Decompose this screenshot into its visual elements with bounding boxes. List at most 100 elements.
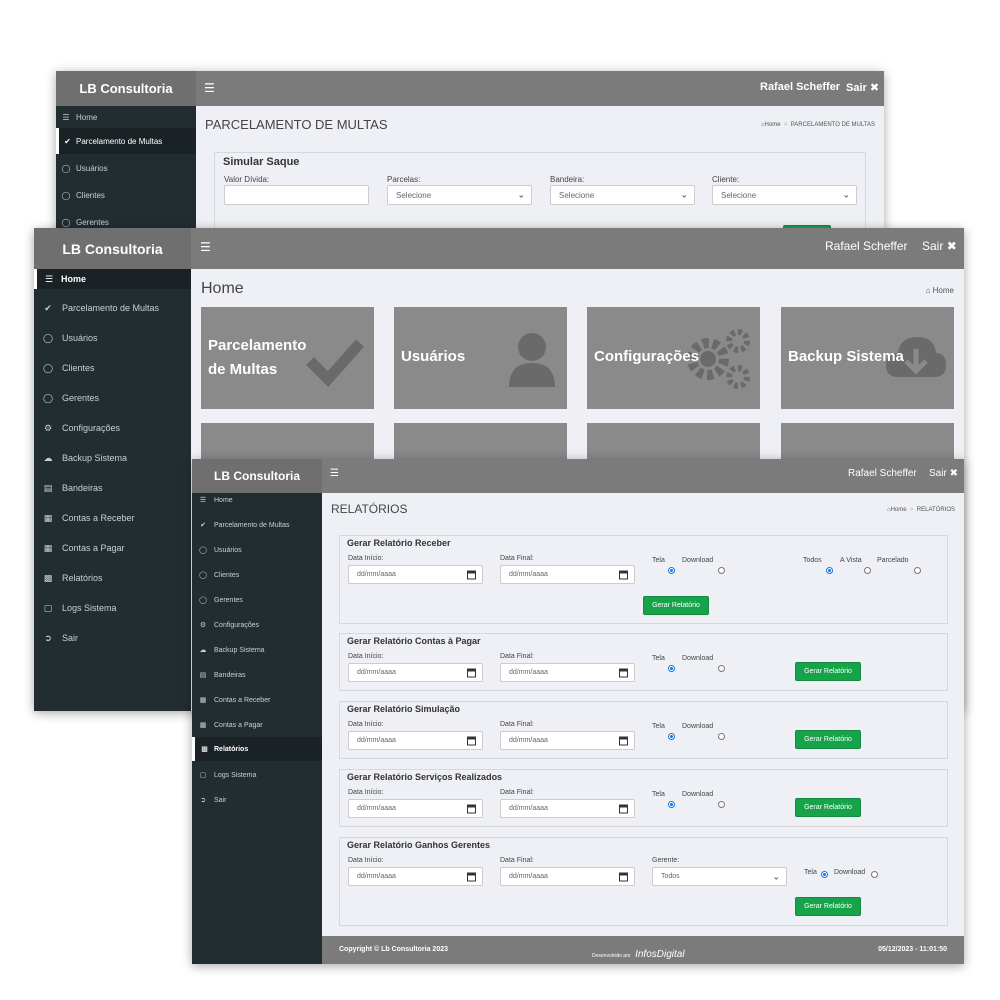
sidebar-item-home[interactable]: ☰ Home	[192, 493, 322, 507]
data-inicio-input[interactable]: dd/mm/aaaa	[348, 867, 483, 886]
data-final-input[interactable]: dd/mm/aaaa	[500, 799, 635, 818]
sidebar-item-relatorios[interactable]: ▩ Relatórios	[34, 566, 191, 590]
avista-radio[interactable]	[864, 567, 871, 574]
sidebar-item-usuarios[interactable]: ◯ Usuários	[192, 540, 322, 560]
tela-radio[interactable]	[668, 567, 675, 574]
data-final-input[interactable]: dd/mm/aaaa	[500, 663, 635, 682]
sidebar-item-clientes[interactable]: ◯ Clientes	[192, 565, 322, 585]
sidebar-item-usuarios[interactable]: ◯ Usuários	[56, 156, 196, 180]
user-icon: ◯	[199, 572, 207, 579]
menu-toggle-icon[interactable]: ☰	[330, 468, 339, 479]
gerar-relatorio-button[interactable]: Gerar Relatório	[795, 730, 861, 749]
sidebar-item-sair[interactable]: ➲ Sair	[192, 790, 322, 810]
sidebar-item-configuracoes[interactable]: ⚙ Configurações	[192, 615, 322, 635]
sidebar-item-home[interactable]: ☰ Home	[34, 269, 191, 289]
tela-radio[interactable]	[668, 801, 675, 808]
data-inicio-input[interactable]: dd/mm/aaaa	[348, 663, 483, 682]
bandeira-select[interactable]: Selecione ⌄	[550, 185, 695, 205]
brand-logo[interactable]: LB Consultoria	[192, 459, 322, 493]
sidebar-item-gerentes[interactable]: ◯ Gerentes	[192, 590, 322, 610]
download-radio[interactable]	[718, 665, 725, 672]
download-radio[interactable]	[871, 871, 878, 878]
download-radio[interactable]	[718, 801, 725, 808]
breadcrumb-home[interactable]: Home	[933, 286, 954, 295]
download-radio[interactable]	[718, 733, 725, 740]
calendar-icon[interactable]	[467, 570, 476, 579]
menu-toggle-icon[interactable]: ☰	[204, 81, 215, 95]
sidebar-item-contas-receber[interactable]: ▦ Contas a Receber	[192, 690, 322, 710]
window-parcelamento: LB Consultoria ☰ Rafael Scheffer Sair ✖ …	[56, 71, 884, 241]
tile-parcelamento[interactable]: Parcelamento de Multas	[201, 307, 374, 409]
sidebar-item-clientes[interactable]: ◯ Clientes	[34, 356, 191, 380]
data-final-input[interactable]: dd/mm/aaaa	[500, 565, 635, 584]
data-final-input[interactable]: dd/mm/aaaa	[500, 867, 635, 886]
infosdigital-logo[interactable]: InfosDigital	[635, 949, 684, 960]
gerar-relatorio-button[interactable]: Gerar Relatório	[795, 662, 861, 681]
parcelado-radio[interactable]	[914, 567, 921, 574]
tela-radio[interactable]	[668, 733, 675, 740]
brand-logo[interactable]: LB Consultoria	[34, 228, 191, 269]
calendar-icon[interactable]	[619, 736, 628, 745]
sidebar-item-home[interactable]: ☰ Home	[56, 106, 196, 128]
sidebar-item-sair[interactable]: ➲ Sair	[34, 626, 191, 650]
gerente-select[interactable]: Todos ⌄	[652, 867, 787, 886]
calendar-icon[interactable]	[467, 668, 476, 677]
data-inicio-input[interactable]: dd/mm/aaaa	[348, 799, 483, 818]
tela-radio[interactable]	[668, 665, 675, 672]
cliente-select[interactable]: Selecione ⌄	[712, 185, 857, 205]
sidebar-item-relatorios[interactable]: ▩ Relatórios	[192, 737, 322, 761]
sidebar-item-configuracoes[interactable]: ⚙ Configurações	[34, 416, 191, 440]
calendar-icon[interactable]	[619, 872, 628, 881]
calendar-icon[interactable]	[467, 736, 476, 745]
calendar-icon[interactable]	[619, 804, 628, 813]
download-radio[interactable]	[718, 567, 725, 574]
gerar-relatorio-button[interactable]: Gerar Relatório	[795, 897, 861, 916]
data-inicio-input[interactable]: dd/mm/aaaa	[348, 731, 483, 750]
tile-usuarios[interactable]: Usuários	[394, 307, 567, 409]
calendar-icon[interactable]	[467, 872, 476, 881]
tela-radio[interactable]	[821, 871, 828, 878]
close-icon: ✖	[949, 468, 958, 479]
parcelas-select[interactable]: Selecione ⌄	[387, 185, 532, 205]
sidebar-item-gerentes[interactable]: ◯ Gerentes	[34, 386, 191, 410]
sidebar-item-logs[interactable]: ▢ Logs Sistema	[192, 765, 322, 785]
user-name[interactable]: Rafael Scheffer	[825, 239, 908, 253]
sidebar-item-label: Parcelamento de Multas	[76, 136, 163, 146]
sidebar-item-contas-pagar[interactable]: ▦ Contas a Pagar	[192, 715, 322, 735]
data-final-input[interactable]: dd/mm/aaaa	[500, 731, 635, 750]
logout-link[interactable]: Sair ✖	[922, 239, 957, 253]
gerar-relatorio-button[interactable]: Gerar Relatório	[643, 596, 709, 615]
sidebar-item-contas-pagar[interactable]: ▦ Contas a Pagar	[34, 536, 191, 560]
sidebar-item-logs[interactable]: ▢ Logs Sistema	[34, 596, 191, 620]
gerar-relatorio-button[interactable]: Gerar Relatório	[795, 798, 861, 817]
user-name[interactable]: Rafael Scheffer	[848, 468, 917, 479]
valor-label: Valor Dívida:	[224, 175, 270, 184]
sidebar-item-bandeiras[interactable]: ▤ Bandeiras	[34, 476, 191, 500]
sidebar: ☰ Home ✔ Parcelamento de Multas ◯ Usuários …	[34, 269, 191, 711]
valor-input[interactable]	[224, 185, 369, 205]
logout-link[interactable]: Sair ✖	[929, 468, 958, 479]
brand-logo[interactable]: LB Consultoria	[56, 71, 196, 106]
calendar-icon[interactable]	[619, 570, 628, 579]
data-inicio-input[interactable]: dd/mm/aaaa	[348, 565, 483, 584]
sidebar-item-clientes[interactable]: ◯ Clientes	[56, 183, 196, 207]
sidebar-item-backup[interactable]: ☁ Backup Sistema	[34, 446, 191, 470]
breadcrumb-home[interactable]: Home	[891, 507, 907, 513]
sidebar-item-bandeiras[interactable]: ▤ Bandeiras	[192, 665, 322, 685]
sidebar-item-usuarios[interactable]: ◯ Usuários	[34, 326, 191, 350]
sidebar-item-contas-receber[interactable]: ▦ Contas a Receber	[34, 506, 191, 530]
sidebar-item-parcelamento[interactable]: ✔ Parcelamento de Multas	[192, 515, 322, 535]
breadcrumb-home[interactable]: Home	[765, 122, 781, 128]
menu-toggle-icon[interactable]: ☰	[200, 240, 211, 254]
calendar-icon[interactable]	[467, 804, 476, 813]
tile-backup[interactable]: Backup Sistema	[781, 307, 954, 409]
logout-link[interactable]: Sair ✖	[846, 81, 879, 94]
sidebar-item-backup[interactable]: ☁ Backup Sistema	[192, 640, 322, 660]
calendar-icon[interactable]	[619, 668, 628, 677]
sidebar-item-parcelamento[interactable]: ✔ Parcelamento de Multas	[56, 128, 196, 154]
user-name[interactable]: Rafael Scheffer	[760, 81, 840, 93]
tile-configuracoes[interactable]: Configurações	[587, 307, 760, 409]
todos-radio[interactable]	[826, 567, 833, 574]
sign-out-icon: ➲	[200, 797, 206, 804]
sidebar-item-parcelamento[interactable]: ✔ Parcelamento de Multas	[34, 296, 191, 320]
